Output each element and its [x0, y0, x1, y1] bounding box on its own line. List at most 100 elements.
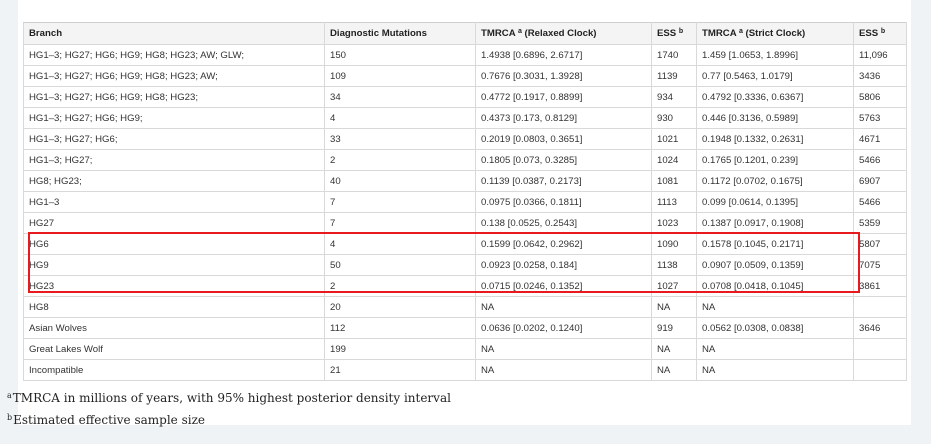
- header-diagnostic-mutations: Diagnostic Mutations: [324, 22, 476, 45]
- cell-tmrca-strict: NA: [696, 338, 854, 360]
- cell-tmrca-relaxed: NA: [475, 359, 652, 381]
- header-text: ESS: [657, 28, 679, 39]
- cell-tmrca-strict: 0.446 [0.3136, 0.5989]: [696, 107, 854, 129]
- cell-tmrca-strict: 0.1765 [0.1201, 0.239]: [696, 149, 854, 171]
- cell-ess-relaxed: 1139: [651, 65, 697, 87]
- header-tmrca-relaxed: TMRCA a (Relaxed Clock): [475, 22, 652, 45]
- table-row: HG1–3; HG27; HG6; 33 0.2019 [0.0803, 0.365…: [23, 128, 907, 150]
- cell-ess-relaxed: 930: [651, 107, 697, 129]
- cell-tmrca-relaxed: 0.0975 [0.0366, 0.1811]: [475, 191, 652, 213]
- footnote-text-b: Estimated effective sample size: [13, 413, 206, 427]
- cell-ess-relaxed: 1090: [651, 233, 697, 255]
- cell-branch: HG9: [23, 254, 325, 276]
- table-row: Asian Wolves 112 0.0636 [0.0202, 0.1240] 91…: [23, 317, 907, 339]
- table-row: HG8 20 NA NA NA: [23, 296, 907, 318]
- cell-ess-strict: 5763: [853, 107, 907, 129]
- cell-branch: HG1–3; HG27; HG6; HG9;: [23, 107, 325, 129]
- cell-ess-strict: 3646: [853, 317, 907, 339]
- header-tmrca-strict: TMRCA a (Strict Clock): [696, 22, 854, 45]
- cell-tmrca-relaxed: 0.1805 [0.073, 0.3285]: [475, 149, 652, 171]
- header-row: Branch Diagnostic Mutations TMRCA a (Relax…: [23, 22, 907, 45]
- cell-tmrca-relaxed: 0.0636 [0.0202, 0.1240]: [475, 317, 652, 339]
- table-row: Great Lakes Wolf 199 NA NA NA: [23, 338, 907, 360]
- table-row: HG1–3; HG27; HG6; HG9; HG8; HG23; AW; GL…: [23, 44, 907, 66]
- cell-ess-strict: [853, 296, 907, 318]
- header-suffix: (Strict Clock): [742, 28, 806, 39]
- cell-diagnostic-mutations: 33: [324, 128, 476, 150]
- cell-ess-relaxed: NA: [651, 296, 697, 318]
- cell-diagnostic-mutations: 34: [324, 86, 476, 108]
- cell-tmrca-relaxed: 0.2019 [0.0803, 0.3651]: [475, 128, 652, 150]
- table-row: HG27 7 0.138 [0.0525, 0.2543] 1023 0.1387 [0…: [23, 212, 907, 234]
- cell-branch: HG6: [23, 233, 325, 255]
- cell-diagnostic-mutations: 4: [324, 233, 476, 255]
- cell-branch: HG1–3; HG27; HG6; HG9; HG8; HG23; AW;: [23, 65, 325, 87]
- table-row: HG6 4 0.1599 [0.0642, 0.2962] 1090 0.1578 [0…: [23, 233, 907, 255]
- table-row: HG1–3 7 0.0975 [0.0366, 0.1811] 1113 0.099 […: [23, 191, 907, 213]
- cell-diagnostic-mutations: 50: [324, 254, 476, 276]
- cell-ess-relaxed: 1024: [651, 149, 697, 171]
- cell-ess-strict: 7075: [853, 254, 907, 276]
- cell-ess-strict: 6907: [853, 170, 907, 192]
- header-text: ESS: [859, 28, 881, 39]
- table-row: HG9 50 0.0923 [0.0258, 0.184] 1138 0.0907 [0…: [23, 254, 907, 276]
- cell-ess-strict: 5806: [853, 86, 907, 108]
- table-body: HG1–3; HG27; HG6; HG9; HG8; HG23; AW; GL…: [23, 44, 907, 381]
- cell-ess-relaxed: 934: [651, 86, 697, 108]
- cell-branch: HG8: [23, 296, 325, 318]
- cell-ess-relaxed: NA: [651, 338, 697, 360]
- cell-ess-strict: 4671: [853, 128, 907, 150]
- header-branch: Branch: [23, 22, 325, 45]
- tmrca-table: Branch Diagnostic Mutations TMRCA a (Relax…: [23, 22, 907, 381]
- footnotes: aTMRCA in millions of years, with 95% hi…: [7, 386, 451, 430]
- cell-tmrca-strict: 0.4792 [0.3336, 0.6367]: [696, 86, 854, 108]
- cell-branch: HG1–3; HG27; HG6;: [23, 128, 325, 150]
- header-ess-strict: ESS b: [853, 22, 907, 45]
- cell-tmrca-strict: 0.0562 [0.0308, 0.0838]: [696, 317, 854, 339]
- cell-tmrca-relaxed: 0.1599 [0.0642, 0.2962]: [475, 233, 652, 255]
- cell-tmrca-strict: 0.1948 [0.1332, 0.2631]: [696, 128, 854, 150]
- cell-tmrca-strict: NA: [696, 359, 854, 381]
- cell-diagnostic-mutations: 112: [324, 317, 476, 339]
- cell-branch: HG27: [23, 212, 325, 234]
- cell-tmrca-relaxed: 1.4938 [0.6896, 2.6717]: [475, 44, 652, 66]
- cell-diagnostic-mutations: 4: [324, 107, 476, 129]
- header-text: TMRCA: [702, 28, 739, 39]
- table-row: HG1–3; HG27; HG6; HG9; 4 0.4373 [0.173, 0.…: [23, 107, 907, 129]
- footnote-b: bEstimated effective sample size: [7, 408, 451, 430]
- cell-ess-relaxed: 1023: [651, 212, 697, 234]
- cell-tmrca-relaxed: NA: [475, 338, 652, 360]
- cell-branch: HG23: [23, 275, 325, 297]
- cell-diagnostic-mutations: 7: [324, 191, 476, 213]
- cell-ess-relaxed: 1740: [651, 44, 697, 66]
- cell-diagnostic-mutations: 21: [324, 359, 476, 381]
- cell-tmrca-relaxed: 0.0923 [0.0258, 0.184]: [475, 254, 652, 276]
- cell-ess-relaxed: 1027: [651, 275, 697, 297]
- cell-diagnostic-mutations: 150: [324, 44, 476, 66]
- header-suffix: (Relaxed Clock): [521, 28, 597, 39]
- cell-tmrca-strict: 1.459 [1.0653, 1.8996]: [696, 44, 854, 66]
- cell-branch: HG1–3; HG27;: [23, 149, 325, 171]
- cell-tmrca-relaxed: 0.1139 [0.0387, 0.2173]: [475, 170, 652, 192]
- cell-tmrca-strict: 0.1578 [0.1045, 0.2171]: [696, 233, 854, 255]
- cell-branch: Great Lakes Wolf: [23, 338, 325, 360]
- footnote-text-a: TMRCA in millions of years, with 95% hig…: [12, 391, 451, 405]
- header-text: Diagnostic Mutations: [330, 28, 428, 39]
- cell-ess-relaxed: 1113: [651, 191, 697, 213]
- cell-tmrca-relaxed: 0.4772 [0.1917, 0.8899]: [475, 86, 652, 108]
- cell-diagnostic-mutations: 20: [324, 296, 476, 318]
- header-text: TMRCA: [481, 28, 518, 39]
- cell-diagnostic-mutations: 2: [324, 149, 476, 171]
- table-row: HG1–3; HG27; 2 0.1805 [0.073, 0.3285] 1024 0…: [23, 149, 907, 171]
- cell-tmrca-strict: 0.0708 [0.0418, 0.1045]: [696, 275, 854, 297]
- cell-ess-strict: 5466: [853, 191, 907, 213]
- cell-ess-strict: [853, 359, 907, 381]
- cell-ess-relaxed: 919: [651, 317, 697, 339]
- cell-tmrca-strict: 0.1387 [0.0917, 0.1908]: [696, 212, 854, 234]
- cell-branch: HG1–3: [23, 191, 325, 213]
- cell-ess-relaxed: 1081: [651, 170, 697, 192]
- cell-branch: HG1–3; HG27; HG6; HG9; HG8; HG23; AW; GL…: [23, 44, 325, 66]
- table-row: HG23 2 0.0715 [0.0246, 0.1352] 1027 0.0708 […: [23, 275, 907, 297]
- cell-diagnostic-mutations: 109: [324, 65, 476, 87]
- cell-tmrca-strict: NA: [696, 296, 854, 318]
